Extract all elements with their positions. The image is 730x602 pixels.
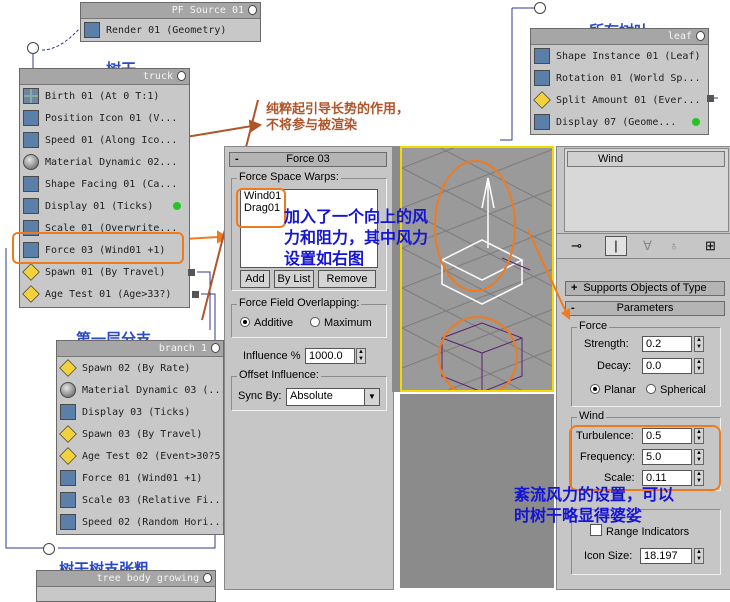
force-annotation: 加入了一个向上的风 力和阻力，其中风力 设置如右图: [284, 207, 429, 268]
guide-annotation: 纯粹起引导长势的作用， 不将参与被渲染: [266, 102, 410, 133]
highlight-ring: [236, 188, 286, 228]
wind-annotation: 紊流风力的设置，可以 时树干略显得婆娑: [514, 485, 675, 525]
